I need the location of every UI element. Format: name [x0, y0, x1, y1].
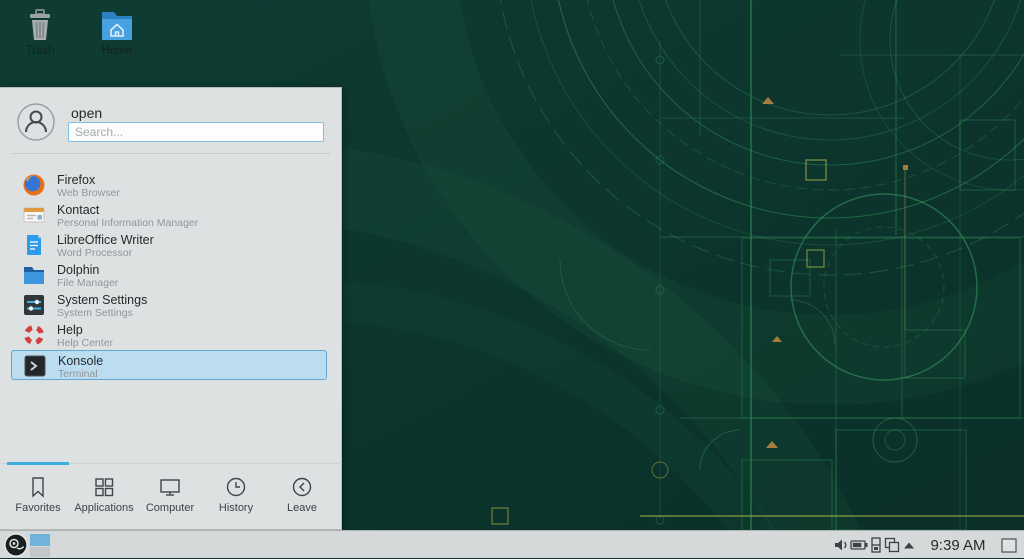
- user-avatar-icon[interactable]: [17, 103, 55, 141]
- app-list-item-system-settings[interactable]: System Settings System Settings: [11, 290, 327, 320]
- tab-computer[interactable]: Computer: [137, 464, 203, 532]
- show-desktop-icon: [1001, 538, 1017, 553]
- app-title: System Settings: [57, 293, 147, 307]
- firefox-icon: [22, 173, 46, 197]
- app-title: Firefox: [57, 173, 95, 187]
- battery-tray-icon[interactable]: [849, 531, 869, 559]
- app-subtitle: File Manager: [57, 277, 118, 289]
- battery-icon: [850, 538, 868, 552]
- show-desktop-button[interactable]: [1000, 531, 1018, 559]
- clock-icon: [225, 476, 247, 498]
- app-title: LibreOffice Writer: [57, 233, 154, 247]
- bookmark-icon: [27, 476, 49, 498]
- device-notifier-tray-icon[interactable]: [869, 531, 883, 559]
- clipboard-tray-icon[interactable]: [883, 531, 901, 559]
- tab-favorites[interactable]: Favorites: [5, 464, 71, 532]
- dolphin-icon: [22, 263, 46, 287]
- desktop-icon-home[interactable]: Home: [89, 8, 145, 57]
- leave-icon: [291, 476, 313, 498]
- desktop-icon-trash[interactable]: Trash: [12, 8, 68, 57]
- tab-history[interactable]: History: [203, 464, 269, 532]
- opensuse-logo-icon: [4, 533, 28, 557]
- app-subtitle: System Settings: [57, 307, 133, 319]
- app-subtitle: Web Browser: [57, 187, 120, 199]
- tray-expander-button[interactable]: [902, 531, 915, 559]
- expand-arrow-icon: [904, 542, 914, 549]
- tab-label: Leave: [269, 502, 335, 514]
- desktop-icon-label: Trash: [12, 45, 68, 57]
- app-title: Help: [57, 323, 83, 337]
- virtual-desktop-pager[interactable]: [30, 531, 50, 559]
- home-folder-icon: [99, 8, 135, 42]
- clipboard-icon: [884, 537, 900, 553]
- app-list-item-firefox[interactable]: Firefox Web Browser: [11, 170, 327, 200]
- tab-label: Computer: [137, 502, 203, 514]
- app-subtitle: Personal Information Manager: [57, 217, 198, 229]
- tab-leave[interactable]: Leave: [269, 464, 335, 532]
- tab-applications[interactable]: Applications: [71, 464, 137, 532]
- pager-desktop-1-active[interactable]: [30, 534, 50, 546]
- konsole-icon: [23, 354, 47, 378]
- libreoffice-writer-icon: [22, 233, 46, 257]
- application-launcher-menu: open Firefox Web Browser Kontact Persona…: [0, 87, 342, 530]
- app-list-item-dolphin[interactable]: Dolphin File Manager: [11, 260, 327, 290]
- app-list-item-libreoffice-writer[interactable]: LibreOffice Writer Word Processor: [11, 230, 327, 260]
- device-notifier-icon: [870, 537, 882, 553]
- system-settings-icon: [22, 293, 46, 317]
- app-title: Konsole: [58, 354, 103, 368]
- app-list-item-help[interactable]: Help Help Center: [11, 320, 327, 350]
- trash-icon: [24, 8, 56, 42]
- app-title: Kontact: [57, 203, 99, 217]
- application-launcher-button[interactable]: [3, 531, 29, 559]
- digital-clock[interactable]: 9:39 AM: [920, 531, 996, 559]
- header-separator: [12, 153, 330, 154]
- help-icon: [22, 323, 46, 347]
- pager-desktop-2[interactable]: [30, 547, 50, 557]
- tab-label: Applications: [71, 502, 137, 514]
- volume-icon: [834, 537, 850, 553]
- app-list-item-kontact[interactable]: Kontact Personal Information Manager: [11, 200, 327, 230]
- tab-label: Favorites: [5, 502, 71, 514]
- app-subtitle: Terminal: [58, 368, 98, 380]
- app-title: Dolphin: [57, 263, 99, 277]
- tab-label: History: [203, 502, 269, 514]
- launcher-tab-bar: Favorites Applications Computer: [0, 463, 342, 532]
- kontact-icon: [22, 203, 46, 227]
- app-subtitle: Help Center: [57, 337, 113, 349]
- monitor-icon: [159, 476, 181, 498]
- app-grid-icon: [93, 476, 115, 498]
- desktop-icon-label: Home: [89, 45, 145, 57]
- app-subtitle: Word Processor: [57, 247, 132, 259]
- search-input[interactable]: [68, 122, 324, 142]
- app-list-item-konsole[interactable]: Konsole Terminal: [11, 350, 327, 380]
- user-name: open: [71, 105, 102, 121]
- taskbar-panel: 9:39 AM: [0, 530, 1024, 558]
